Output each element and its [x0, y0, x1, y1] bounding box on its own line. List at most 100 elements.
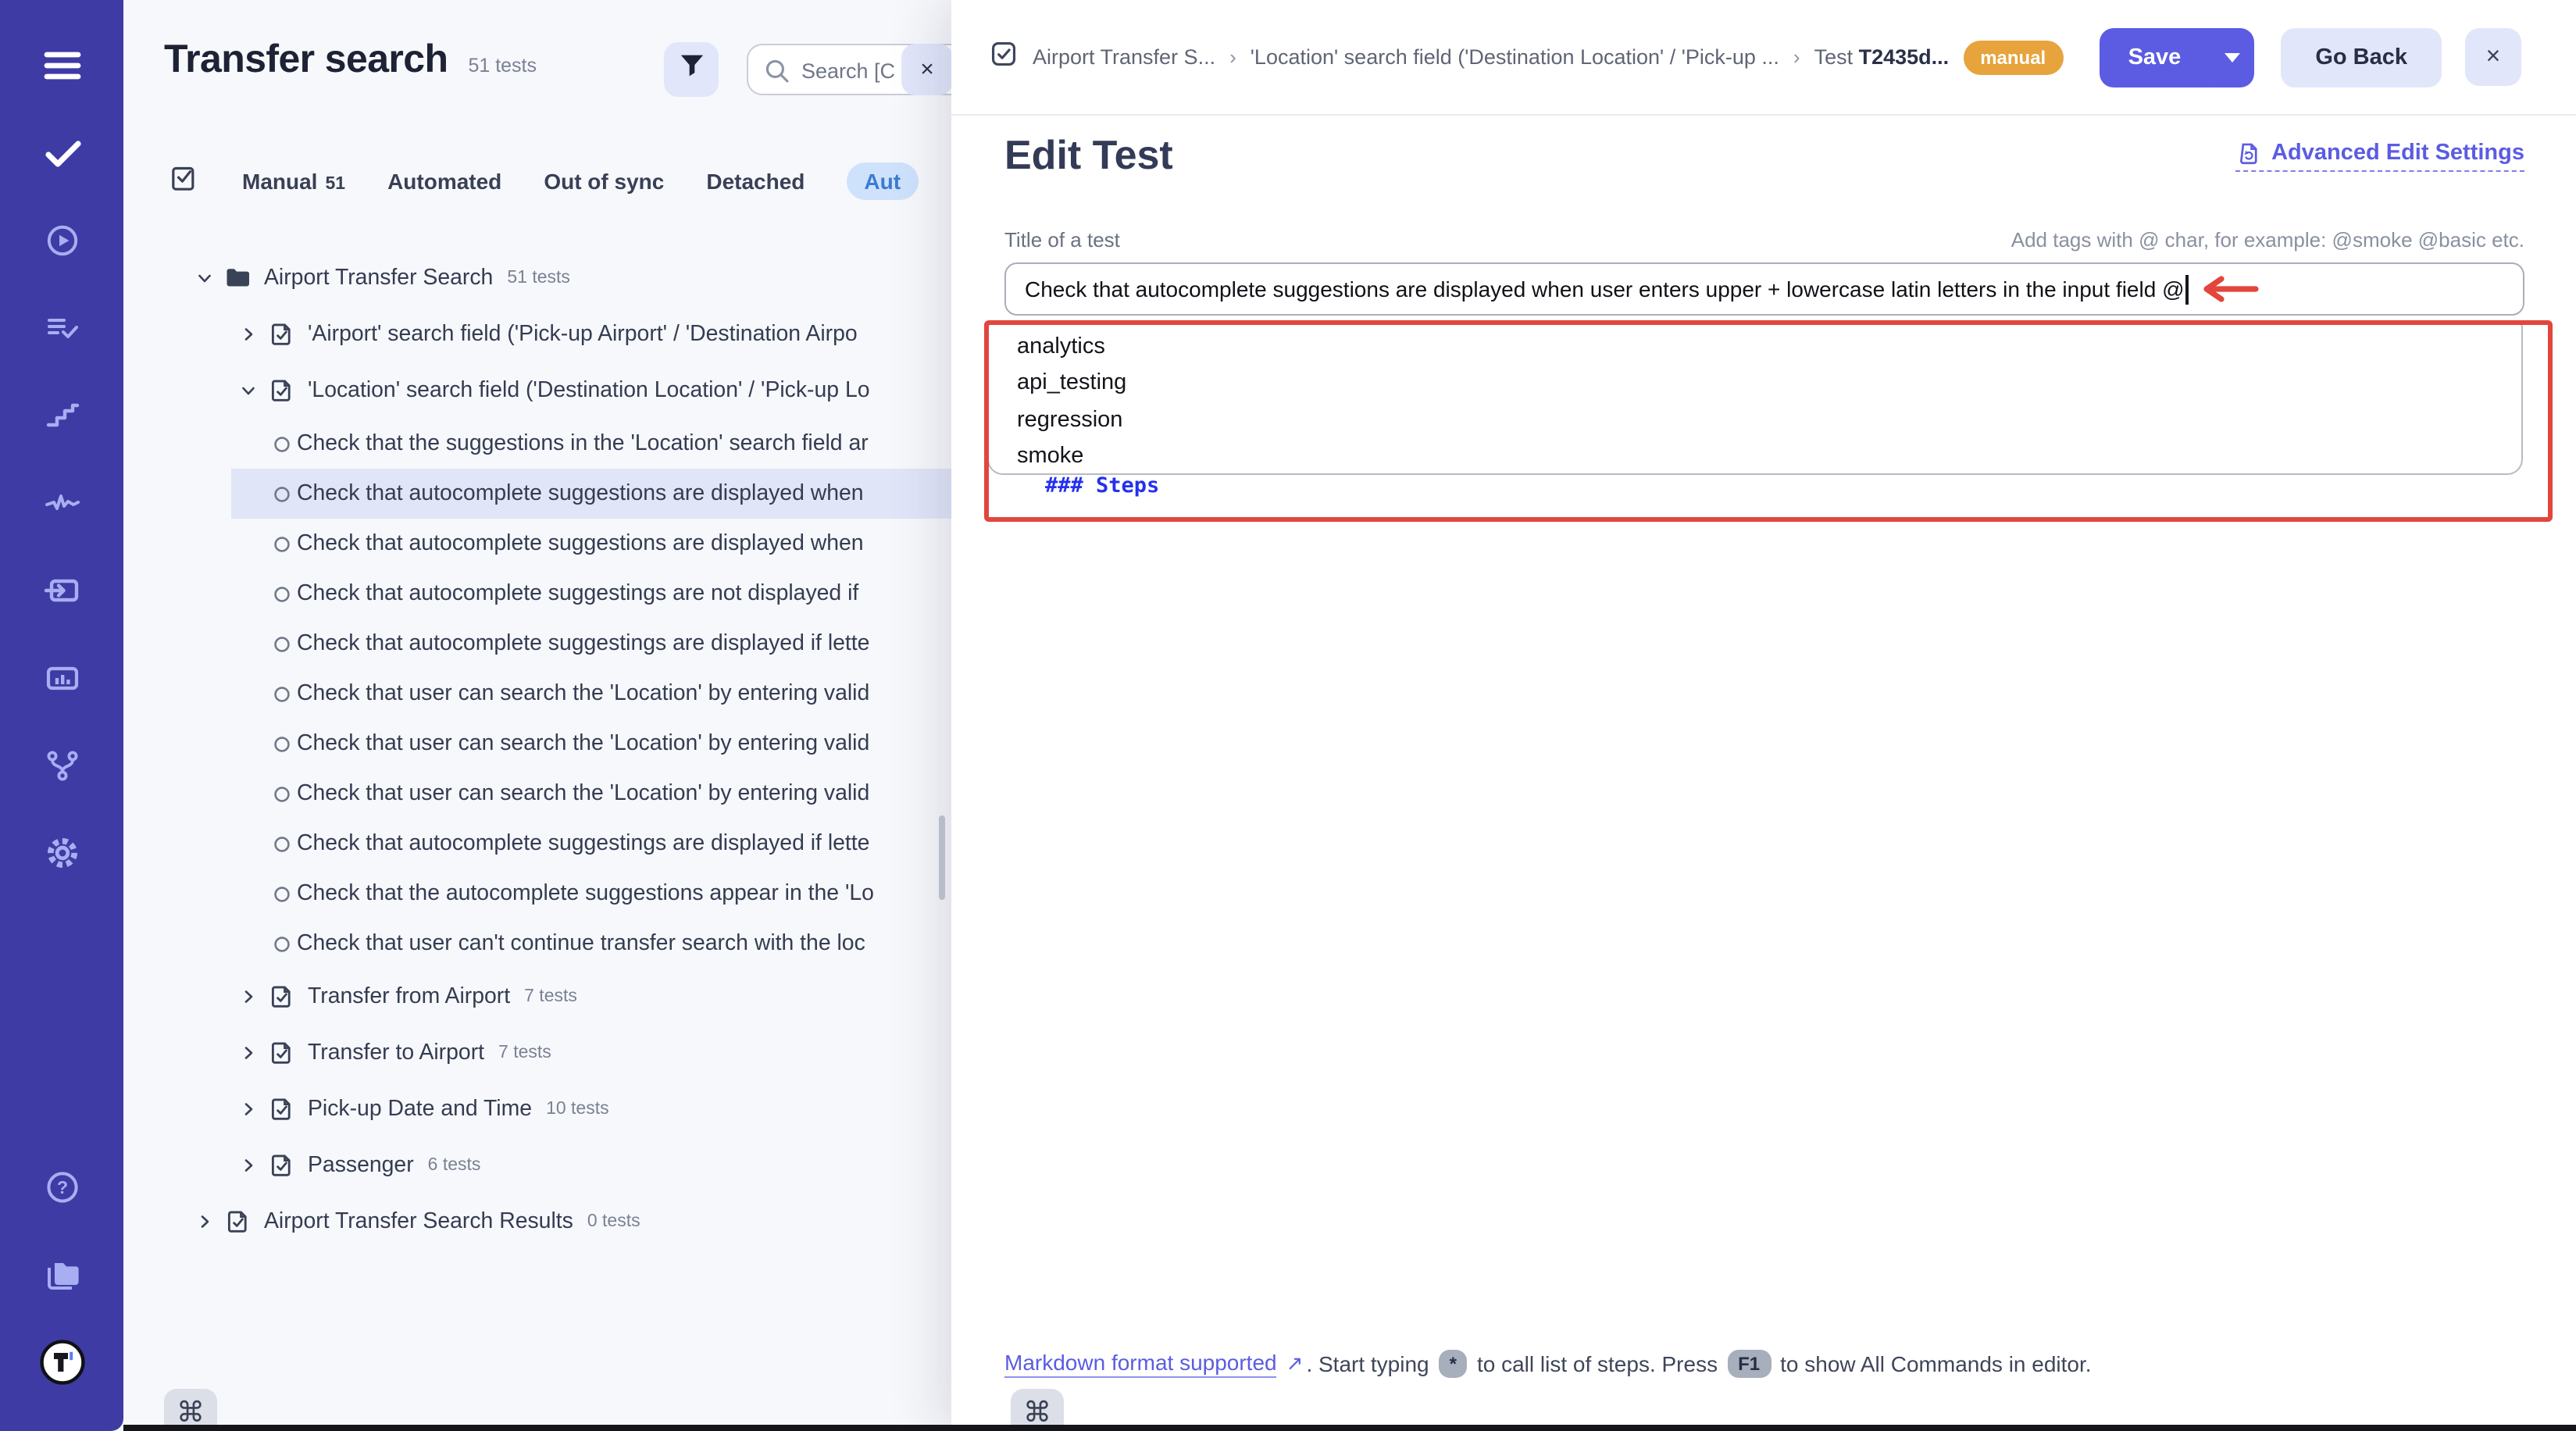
node-icon — [273, 780, 291, 808]
advanced-edit-settings-link[interactable]: Advanced Edit Settings — [2235, 140, 2524, 171]
tab-out-of-sync[interactable]: Out of sync — [544, 169, 664, 194]
tree-row-label: Transfer to Airport — [308, 1040, 484, 1065]
node-icon — [273, 430, 291, 458]
avatar[interactable] — [0, 1319, 123, 1406]
asterisk-keycap: * — [1439, 1350, 1468, 1378]
chevron-icon[interactable] — [237, 1154, 259, 1176]
activity-pulse-icon[interactable] — [0, 459, 123, 547]
tree-row-label: Check that autocomplete suggestions are … — [297, 481, 864, 506]
filter-funnel-icon — [676, 50, 707, 89]
clear-search-button[interactable]: × — [901, 44, 951, 95]
tab-automation-pill[interactable]: Aut — [847, 162, 918, 200]
tree-node-suite[interactable]: Transfer from Airport 7 tests — [123, 969, 951, 1025]
tree-node-suite[interactable]: Passenger 6 tests — [123, 1137, 951, 1194]
external-link-icon: ↗ — [1286, 1351, 1304, 1376]
node-icon — [223, 1208, 252, 1236]
test-title-input[interactable]: Check that autocomplete suggestions are … — [1004, 262, 2524, 316]
node-icon — [273, 580, 291, 608]
tree-node-folder[interactable]: Airport Transfer Search 51 tests — [123, 250, 951, 306]
chevron-icon[interactable] — [237, 1042, 259, 1064]
chevron-icon[interactable] — [237, 380, 259, 401]
title-field-label: Title of a test — [1004, 228, 1120, 252]
node-icon — [273, 880, 291, 908]
tree-node-suite[interactable]: 'Location' search field ('Destination Lo… — [123, 362, 951, 419]
node-icon — [267, 1039, 295, 1067]
tasks-check-icon[interactable] — [0, 109, 123, 197]
tab-automated[interactable]: Automated — [387, 169, 501, 194]
tree-row-count: 10 tests — [546, 1100, 609, 1119]
tags-hint: Add tags with @ char, for example: @smok… — [2011, 228, 2524, 252]
play-circle-icon[interactable] — [0, 197, 123, 284]
save-button[interactable]: Save — [2100, 27, 2255, 87]
sign-in-icon[interactable] — [0, 547, 123, 634]
node-icon — [273, 630, 291, 658]
tree-row-label: Check that autocomplete suggestions are … — [297, 531, 864, 556]
tag-suggestion-item[interactable]: api_testing — [1017, 366, 2521, 403]
tree-node-suite[interactable]: Transfer to Airport 7 tests — [123, 1025, 951, 1081]
steps-icon[interactable] — [0, 372, 123, 459]
tree-node-test[interactable]: Check that autocomplete suggestions are … — [123, 519, 951, 569]
page-title: Transfer search — [164, 37, 448, 83]
breadcrumb-suite[interactable]: 'Location' search field ('Destination Lo… — [1251, 45, 1779, 69]
chevron-icon[interactable] — [194, 1211, 216, 1233]
breadcrumb-project[interactable]: Airport Transfer S... — [1033, 45, 1215, 69]
branch-icon[interactable] — [0, 722, 123, 809]
tab-manual[interactable]: Manual51 — [242, 169, 345, 194]
tree-node-suite[interactable]: 'Airport' search field ('Pick-up Airport… — [123, 306, 951, 362]
filter-button[interactable] — [664, 42, 719, 97]
tree-node-test[interactable]: Check that autocomplete suggestings are … — [123, 819, 951, 869]
node-icon — [267, 1151, 295, 1179]
help-icon[interactable]: ? — [0, 1144, 123, 1231]
chevron-icon[interactable] — [237, 323, 259, 345]
tree-row-label: 'Airport' search field ('Pick-up Airport… — [308, 322, 858, 347]
bottom-edge-strip — [123, 1425, 2576, 1431]
tree-node-test[interactable]: Check that autocomplete suggestings are … — [123, 619, 951, 669]
editor-header: Airport Transfer S... › 'Location' searc… — [951, 0, 2576, 116]
go-back-button[interactable]: Go Back — [2281, 27, 2442, 87]
tree-row-label: Airport Transfer Search Results — [264, 1209, 573, 1234]
breadcrumb-test[interactable]: Test T2435d... — [1814, 45, 1950, 69]
tree-scrollbar[interactable] — [939, 815, 945, 900]
tree-node-test[interactable]: Check that user can't continue transfer … — [123, 919, 951, 969]
tree-row-label: Passenger — [308, 1153, 414, 1178]
chevron-icon[interactable] — [237, 986, 259, 1008]
tree-row-label: Check that the suggestions in the 'Locat… — [297, 431, 869, 456]
tests-count: 51 tests — [468, 55, 537, 77]
dashboard-icon[interactable] — [0, 634, 123, 722]
tree-node-test[interactable]: Check that the autocomplete suggestions … — [123, 869, 951, 919]
tree-row-label: 'Location' search field ('Destination Lo… — [308, 378, 870, 403]
save-dropdown-caret[interactable] — [2210, 52, 2254, 62]
tree-node-test[interactable]: Check that autocomplete suggestions are … — [123, 469, 951, 519]
tree-node-suite[interactable]: Airport Transfer Search Results 0 tests — [123, 1194, 951, 1250]
edit-test-title: Edit Test — [1004, 131, 1173, 180]
menu-icon[interactable] — [0, 22, 123, 109]
markdown-supported-link[interactable]: Markdown format supported — [1004, 1350, 1277, 1378]
tree-node-suite[interactable]: Pick-up Date and Time 10 tests — [123, 1081, 951, 1137]
tag-suggestion-item[interactable]: smoke — [1017, 439, 2521, 476]
settings-gear-icon[interactable] — [0, 809, 123, 897]
text-cursor — [2186, 274, 2189, 304]
node-icon — [273, 530, 291, 558]
tree-row-label: Check that user can't continue transfer … — [297, 931, 865, 956]
tab-detached[interactable]: Detached — [706, 169, 805, 194]
tree-node-test[interactable]: Check that user can search the 'Location… — [123, 719, 951, 769]
tree-node-test[interactable]: Check that user can search the 'Location… — [123, 769, 951, 819]
test-runs-icon[interactable] — [0, 284, 123, 372]
tree-node-test[interactable]: Check that user can search the 'Location… — [123, 669, 951, 719]
node-icon — [267, 983, 295, 1011]
tag-suggestion-item[interactable]: regression — [1017, 402, 2521, 439]
close-button[interactable]: × — [2465, 28, 2521, 86]
projects-folder-icon[interactable] — [0, 1231, 123, 1319]
select-tests-icon[interactable] — [169, 162, 200, 201]
chevron-icon[interactable] — [194, 267, 216, 289]
tree-row-label: Check that user can search the 'Location… — [297, 681, 869, 706]
f1-keycap: F1 — [1727, 1350, 1771, 1378]
tree-node-test[interactable]: Check that autocomplete suggestings are … — [123, 569, 951, 619]
tag-suggestion-item[interactable]: analytics — [1017, 330, 2521, 366]
steps-markdown-heading[interactable]: ### Steps — [1045, 473, 1159, 498]
tree-row-label: Check that autocomplete suggestings are … — [297, 581, 858, 606]
tree-node-test[interactable]: Check that the suggestions in the 'Locat… — [123, 419, 951, 469]
chevron-icon[interactable] — [237, 1098, 259, 1120]
node-icon — [273, 680, 291, 708]
breadcrumb-check-icon — [989, 38, 1019, 76]
